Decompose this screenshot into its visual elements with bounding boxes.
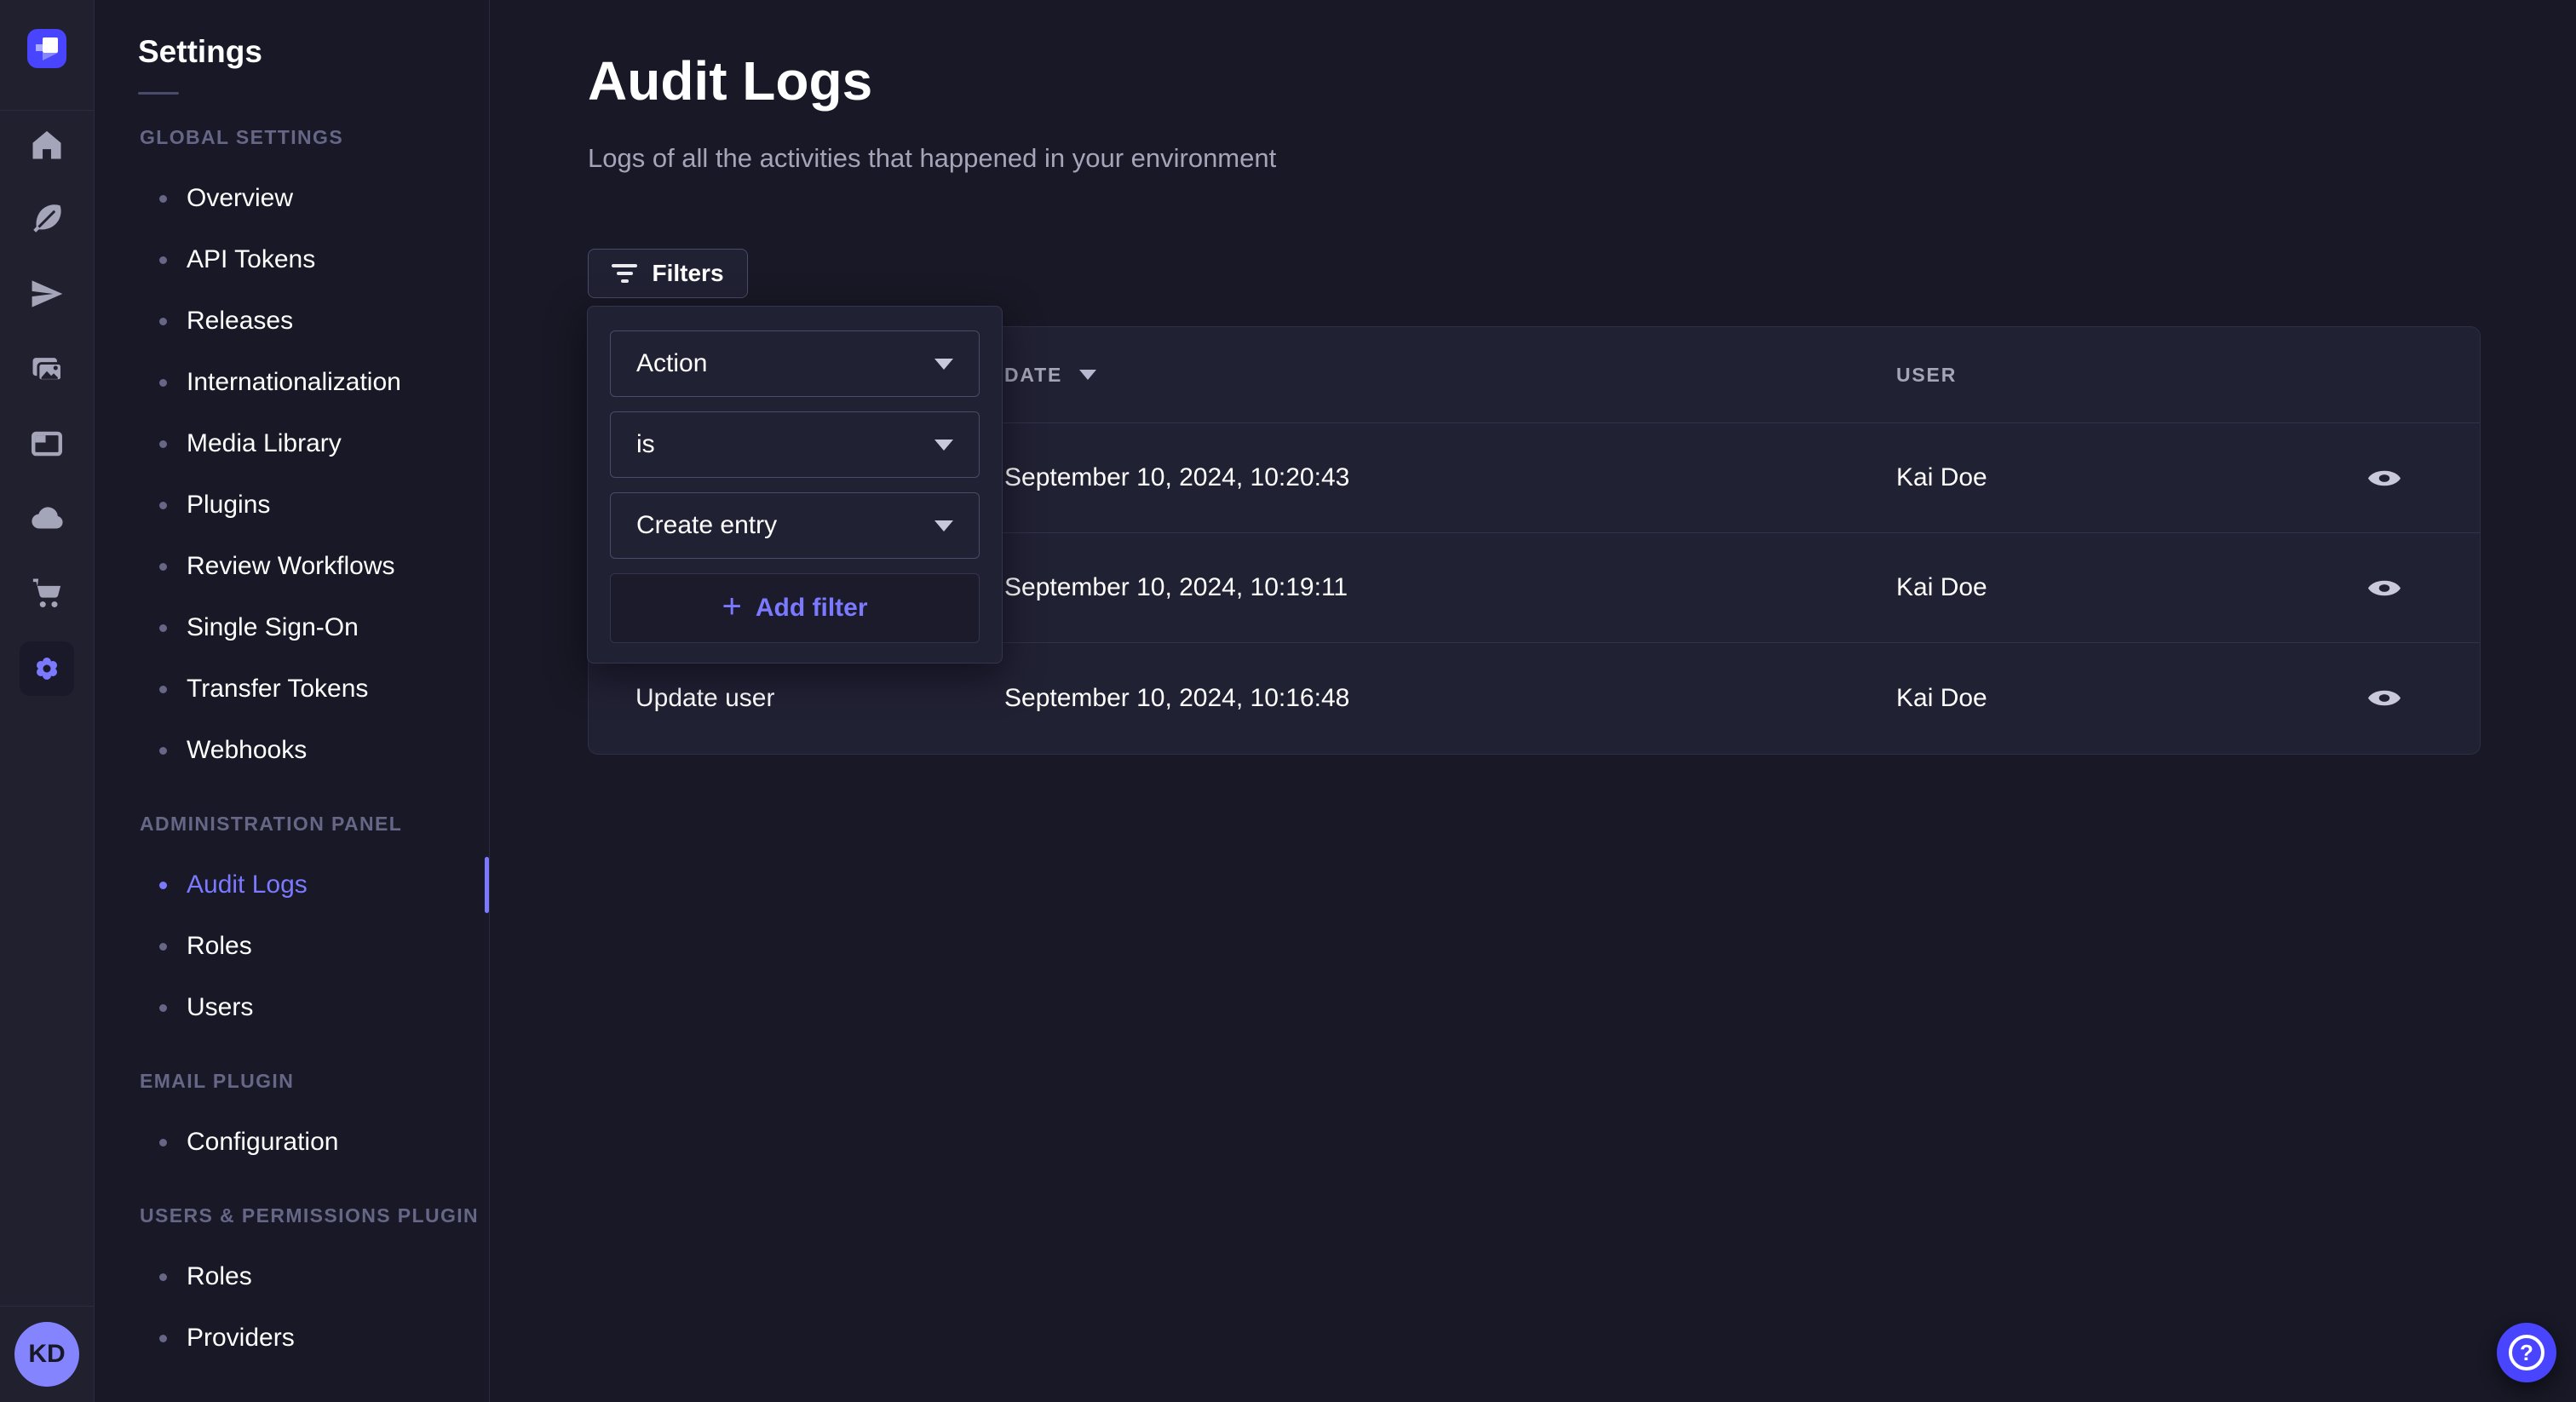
bullet-icon [159,256,167,264]
main-nav-rail: KD [0,0,95,1402]
cell-date: September 10, 2024, 10:20:43 [1004,463,1896,492]
section-header-global-settings: GLOBAL SETTINGS [95,106,489,168]
help-button[interactable]: ? [2497,1323,2556,1382]
sidebar-item-roles-admin[interactable]: Roles [95,916,489,977]
eye-icon [2366,575,2403,601]
section-header-administration-panel: ADMINISTRATION PANEL [95,793,489,854]
filters-button[interactable]: Filters [588,249,748,298]
sidebar-item-webhooks[interactable]: Webhooks [95,720,489,781]
marketplace-cart-icon[interactable] [28,574,66,612]
bullet-icon [159,1273,167,1281]
logo-section [0,0,94,111]
sidebar-item-providers[interactable]: Providers [95,1307,489,1369]
sidebar-item-configuration[interactable]: Configuration [95,1112,489,1173]
page-title: Audit Logs [588,49,872,112]
view-log-button[interactable] [2366,465,2403,491]
content-feather-icon[interactable] [28,200,66,238]
cell-date: September 10, 2024, 10:19:11 [1004,573,1896,602]
sidebar-item-transfer-tokens[interactable]: Transfer Tokens [95,658,489,720]
bullet-icon [159,1004,167,1012]
release-plane-icon[interactable] [28,275,66,313]
cell-user: Kai Doe [1896,463,2288,492]
chevron-down-icon [934,359,953,370]
sidebar-item-roles-up[interactable]: Roles [95,1246,489,1307]
eye-icon [2366,465,2403,491]
cloud-icon[interactable] [28,499,66,537]
sidebar-item-audit-logs[interactable]: Audit Logs [95,854,489,916]
active-indicator [485,857,489,913]
sidebar-item-internationalization[interactable]: Internationalization [95,352,489,413]
media-library-icon[interactable] [28,350,66,388]
column-header-user: USER [1896,364,2288,387]
bullet-icon [159,195,167,203]
sidebar-item-media-library[interactable]: Media Library [95,413,489,474]
sort-desc-icon[interactable] [1079,370,1096,380]
bullet-icon [159,1139,167,1146]
plus-icon: + [722,589,741,623]
bullet-icon [159,318,167,325]
view-log-button[interactable] [2366,685,2403,711]
filter-operator-select[interactable]: is [610,411,980,478]
cell-date: September 10, 2024, 10:16:48 [1004,684,1896,713]
page-subtitle: Logs of all the activities that happened… [588,143,1276,174]
add-filter-button[interactable]: + Add filter [610,573,980,643]
view-log-button[interactable] [2366,575,2403,601]
bullet-icon [159,440,167,448]
chevron-down-icon [934,520,953,531]
sidebar-item-api-tokens[interactable]: API Tokens [95,229,489,290]
strapi-logo-icon [36,37,58,60]
sidebar-item-releases[interactable]: Releases [95,290,489,352]
bullet-icon [159,943,167,951]
bullet-icon [159,379,167,387]
filter-value-select[interactable]: Create entry [610,492,980,559]
sidebar-item-review-workflows[interactable]: Review Workflows [95,536,489,597]
eye-icon [2366,685,2403,711]
filter-field-select[interactable]: Action [610,330,980,397]
sidebar-item-users[interactable]: Users [95,977,489,1038]
bullet-icon [159,1335,167,1342]
content-type-builder-icon[interactable] [28,425,66,463]
bullet-icon [159,882,167,889]
settings-gear-icon[interactable] [20,641,74,696]
bullet-icon [159,563,167,571]
bullet-icon [159,624,167,632]
sidebar-item-plugins[interactable]: Plugins [95,474,489,536]
section-header-users-permissions-plugin: USERS & PERMISSIONS PLUGIN [95,1185,489,1246]
sidebar-title-divider [138,92,179,95]
question-mark-icon: ? [2509,1335,2544,1370]
column-header-date[interactable]: DATE [1004,364,1896,387]
sidebar-title: Settings [95,0,489,70]
rail-footer: KD [0,1306,94,1402]
main-content: Audit Logs Logs of all the activities th… [491,0,2576,1402]
cell-user: Kai Doe [1896,573,2288,602]
cell-action: Update user [589,684,1004,713]
settings-nav: GLOBAL SETTINGS Overview API Tokens Rele… [95,106,489,1369]
filter-icon [612,264,637,283]
strapi-logo[interactable] [27,29,66,68]
bullet-icon [159,502,167,509]
chevron-down-icon [934,440,953,451]
user-avatar[interactable]: KD [14,1322,79,1387]
sidebar-item-single-sign-on[interactable]: Single Sign-On [95,597,489,658]
home-icon[interactable] [28,126,66,164]
sidebar-item-overview[interactable]: Overview [95,168,489,229]
bullet-icon [159,747,167,755]
settings-sidebar: Settings GLOBAL SETTINGS Overview API To… [95,0,490,1402]
filters-popover: Action is Create entry + Add filter [587,306,1003,664]
bullet-icon [159,686,167,693]
section-header-email-plugin: EMAIL PLUGIN [95,1050,489,1112]
cell-user: Kai Doe [1896,684,2288,713]
